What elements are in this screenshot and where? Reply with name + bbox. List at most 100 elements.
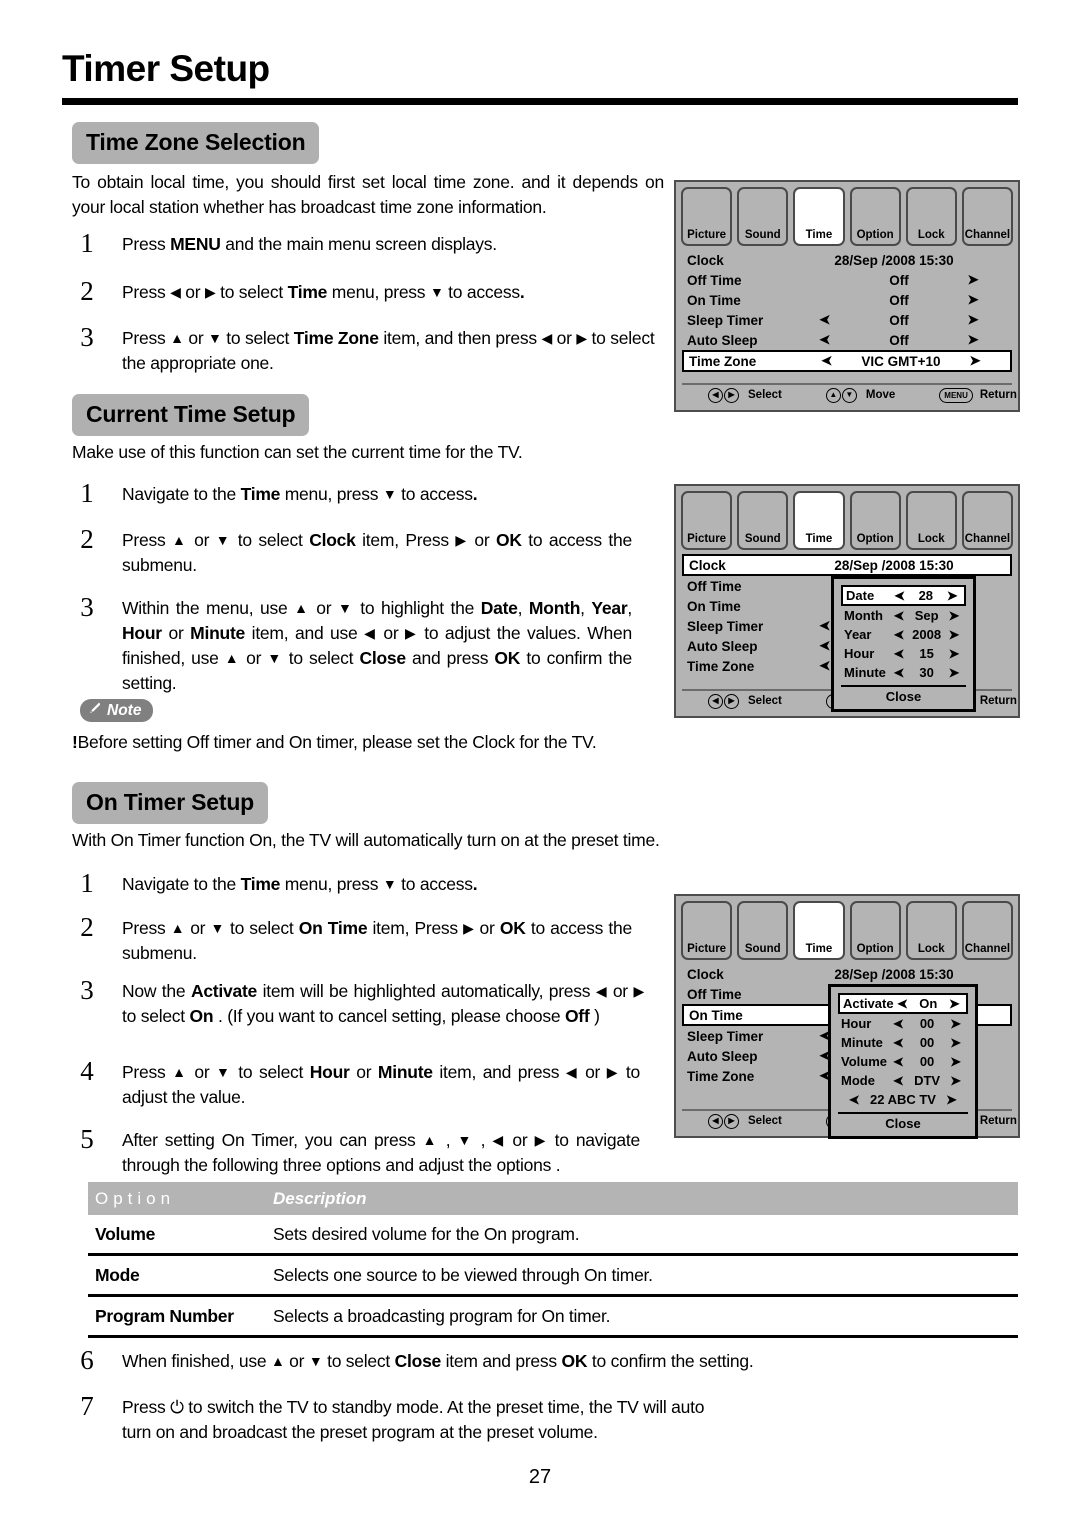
row-label: Sleep Timer: [687, 618, 764, 634]
right-arrow-icon[interactable]: ➤: [947, 332, 999, 348]
row-label: Off Time: [687, 578, 742, 594]
osd-tab-channel[interactable]: Channel: [961, 491, 1014, 550]
right-arrow-icon[interactable]: ➤: [945, 627, 963, 643]
submenu-row-activate[interactable]: Activate ➤ On ➤: [838, 993, 968, 1014]
row-label: Auto Sleep: [687, 638, 758, 654]
osd-tab-sound[interactable]: Sound: [737, 901, 789, 960]
left-arrow-icon[interactable]: ➤: [890, 646, 908, 662]
submenu-close-button[interactable]: Close: [841, 685, 966, 704]
row-label: Year: [844, 627, 872, 642]
right-arrow-icon[interactable]: ➤: [945, 646, 963, 662]
left-arrow-icon[interactable]: ➤: [889, 1073, 908, 1089]
row-value: VIC GMT+10: [861, 353, 941, 369]
down-arrow-button-icon[interactable]: ▼: [841, 387, 857, 403]
right-arrow-icon[interactable]: ➤: [949, 353, 1001, 369]
left-arrow-icon[interactable]: ➤: [801, 353, 853, 369]
step-text: Within the menu, use ▲ or ▼ to highlight…: [122, 598, 633, 693]
right-arrow-button-icon[interactable]: ▶: [724, 387, 739, 403]
left-arrow-button-icon[interactable]: ◀: [708, 1113, 723, 1129]
up-arrow-button-icon[interactable]: ▲: [825, 387, 841, 403]
left-arrow-icon[interactable]: ➤: [799, 312, 851, 328]
column-header-option: Option: [95, 1188, 176, 1208]
footer-select: ◀ ▶ Select: [708, 1113, 782, 1129]
osd-tab-channel[interactable]: Channel: [961, 901, 1014, 960]
row-value: 30: [919, 665, 934, 680]
row-value: 28/Sep /2008 15:30: [834, 966, 954, 982]
osd-tab-sound[interactable]: Sound: [737, 187, 789, 246]
osd-tab-bar: Picture Sound Time Option Lock Channel: [676, 896, 1018, 960]
footer-select-label: Select: [748, 389, 782, 401]
submenu-row-hour[interactable]: Hour ➤ 15 ➤: [841, 644, 966, 663]
submenu-row-minute[interactable]: Minute ➤ 30 ➤: [841, 663, 966, 682]
osd-tab-time[interactable]: Time: [793, 901, 845, 960]
osd-tab-sound[interactable]: Sound: [737, 491, 789, 550]
osd-row-clock[interactable]: Clock 28/Sep /2008 15:30: [682, 964, 1012, 984]
submenu-row-month[interactable]: Month ➤ Sep ➤: [841, 606, 966, 625]
submenu-row-hour[interactable]: Hour ➤ 00 ➤: [838, 1014, 968, 1033]
footer-move: ▲ ▼ Move: [825, 387, 895, 403]
right-arrow-button-icon[interactable]: ▶: [724, 1113, 739, 1129]
left-arrow-icon[interactable]: ➤: [890, 627, 908, 643]
osd-row-clock[interactable]: Clock 28/Sep /2008 15:30: [682, 250, 1012, 270]
submenu-row-year[interactable]: Year ➤ 2008 ➤: [841, 625, 966, 644]
right-arrow-icon[interactable]: ➤: [945, 665, 963, 681]
right-arrow-icon[interactable]: ➤: [946, 996, 963, 1012]
right-arrow-icon[interactable]: ➤: [947, 312, 999, 328]
osd-tab-channel[interactable]: Channel: [961, 187, 1014, 246]
osd-footer: ◀ ▶ Select ▲ ▼ Move MENU Return: [682, 383, 1017, 405]
submenu-row-volume[interactable]: Volume ➤ 00 ➤: [838, 1052, 968, 1071]
osd-row-time-zone[interactable]: Time Zone ➤ VIC GMT+10 ➤: [682, 350, 1012, 372]
row-label: Auto Sleep: [687, 1048, 758, 1064]
right-arrow-icon[interactable]: ➤: [946, 1073, 965, 1089]
osd-tab-option[interactable]: Option: [849, 491, 901, 550]
submenu-row-minute[interactable]: Minute ➤ 00 ➤: [838, 1033, 968, 1052]
osd-tab-picture[interactable]: Picture: [681, 901, 733, 960]
left-arrow-icon[interactable]: ➤: [799, 332, 851, 348]
osd-tab-option[interactable]: Option: [849, 901, 901, 960]
osd-row-auto-sleep[interactable]: Auto Sleep ➤ Off ➤: [682, 330, 1012, 350]
osd-row-off-time[interactable]: Off Time Off ➤: [682, 270, 1012, 290]
left-arrow-icon[interactable]: ➤: [891, 588, 909, 604]
step-text: When finished, use ▲ or ▼ to select Clos…: [122, 1351, 754, 1371]
right-arrow-icon[interactable]: ➤: [946, 1035, 965, 1051]
submenu-row-date[interactable]: Date ➤ 28 ➤: [841, 585, 966, 606]
left-arrow-icon[interactable]: ➤: [890, 665, 908, 681]
osd-row-sleep-timer[interactable]: Sleep Timer ➤ Off ➤: [682, 310, 1012, 330]
left-arrow-button-icon[interactable]: ◀: [708, 387, 723, 403]
left-arrow-icon[interactable]: ➤: [889, 1054, 908, 1070]
footer-select: ◀ ▶ Select: [708, 693, 782, 709]
right-arrow-icon[interactable]: ➤: [943, 588, 961, 604]
osd-tab-time[interactable]: Time: [793, 187, 845, 246]
note-body: Before setting Off timer and On timer, p…: [77, 732, 597, 752]
left-arrow-button-icon[interactable]: ◀: [708, 693, 723, 709]
left-arrow-icon[interactable]: ➤: [889, 1035, 908, 1051]
osd-tab-lock[interactable]: Lock: [905, 491, 957, 550]
menu-button-icon[interactable]: MENU: [939, 387, 973, 403]
submenu-close-button[interactable]: Close: [838, 1112, 968, 1131]
left-arrow-icon[interactable]: ➤: [889, 1016, 908, 1032]
osd-tab-option[interactable]: Option: [849, 187, 901, 246]
right-arrow-icon[interactable]: ➤: [946, 1016, 965, 1032]
osd-tab-bar: Picture Sound Time Option Lock Channel: [676, 182, 1018, 246]
osd-tab-lock[interactable]: Lock: [905, 187, 957, 246]
row-value: 28/Sep /2008 15:30: [834, 557, 954, 573]
osd-row-on-time[interactable]: On Time Off ➤: [682, 290, 1012, 310]
left-arrow-icon[interactable]: ➤: [894, 996, 911, 1012]
section-heading-on-timer: On Timer Setup: [72, 782, 269, 824]
right-arrow-icon[interactable]: ➤: [947, 292, 999, 308]
right-arrow-icon[interactable]: ➤: [947, 272, 999, 288]
submenu-row-mode[interactable]: Mode ➤ DTV ➤: [838, 1071, 968, 1090]
osd-tab-time[interactable]: Time: [793, 491, 845, 550]
left-arrow-icon[interactable]: ➤: [890, 608, 908, 624]
osd-tab-picture[interactable]: Picture: [681, 187, 733, 246]
right-arrow-icon[interactable]: ➤: [946, 1092, 957, 1108]
right-arrow-button-icon[interactable]: ▶: [724, 693, 739, 709]
osd-tab-lock[interactable]: Lock: [905, 901, 957, 960]
osd-row-clock[interactable]: Clock 28/Sep /2008 15:30: [682, 554, 1012, 576]
clock-submenu: Date ➤ 28 ➤ Month ➤ Sep ➤ Year ➤ 2008 ➤ …: [831, 576, 976, 712]
right-arrow-icon[interactable]: ➤: [945, 608, 963, 624]
right-arrow-icon[interactable]: ➤: [946, 1054, 965, 1070]
osd-tab-picture[interactable]: Picture: [681, 491, 733, 550]
submenu-row-program[interactable]: ➤ 22 ABC TV ➤: [838, 1090, 968, 1109]
left-arrow-icon[interactable]: ➤: [849, 1092, 860, 1108]
